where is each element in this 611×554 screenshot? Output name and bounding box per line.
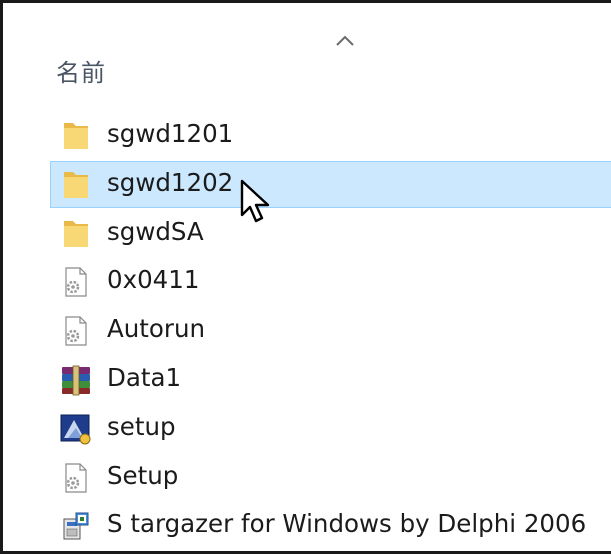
list-item[interactable]: Setup bbox=[3, 453, 611, 502]
settings-file-icon bbox=[58, 265, 94, 299]
file-name: S targazer for Windows by Delphi 2006 bbox=[107, 509, 587, 539]
file-name: setup bbox=[107, 411, 176, 441]
mouse-pointer-icon bbox=[240, 179, 270, 223]
file-name: Autorun bbox=[107, 314, 206, 344]
folder-icon bbox=[58, 119, 94, 153]
list-item[interactable]: setup bbox=[3, 404, 611, 453]
list-item[interactable]: Autorun bbox=[3, 306, 611, 355]
file-list: sgwd1201 sgwd1202 sgwdSA 0x0411 Autorun … bbox=[3, 111, 611, 550]
file-name: sgwd1201 bbox=[107, 119, 234, 148]
explorer-file-pane: 名前 sgwd1201 sgwd1202 sgwdSA 0x0411 Autor… bbox=[0, 0, 611, 554]
list-item[interactable]: sgwdSA bbox=[3, 209, 611, 258]
list-item[interactable]: sgwd1201 bbox=[3, 111, 611, 160]
installer-icon bbox=[58, 509, 94, 543]
file-name: sgwdSA bbox=[107, 216, 204, 246]
chevron-up-icon[interactable] bbox=[333, 31, 357, 51]
list-item[interactable]: 0x0411 bbox=[3, 257, 611, 306]
column-header-name[interactable]: 名前 bbox=[56, 53, 106, 88]
list-item-selected[interactable]: sgwd1202 bbox=[3, 160, 611, 209]
file-name: sgwd1202 bbox=[107, 167, 234, 197]
file-name: 0x0411 bbox=[107, 265, 200, 295]
winrar-archive-icon bbox=[58, 363, 94, 397]
list-item[interactable]: Data1 bbox=[3, 355, 611, 404]
folder-icon bbox=[58, 217, 94, 251]
setup-app-icon bbox=[58, 412, 94, 446]
file-name: Setup bbox=[107, 460, 179, 490]
settings-file-icon bbox=[58, 314, 94, 348]
folder-icon bbox=[58, 168, 94, 202]
settings-file-icon bbox=[58, 461, 94, 495]
file-name: Data1 bbox=[107, 362, 182, 392]
list-item[interactable]: S targazer for Windows by Delphi 2006 bbox=[3, 501, 611, 550]
